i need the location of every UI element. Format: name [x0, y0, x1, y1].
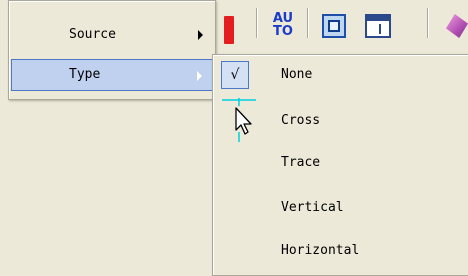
submenu-item-vertical[interactable]: Vertical — [215, 192, 466, 224]
submenu-item-label: Trace — [281, 155, 321, 170]
eraser-icon[interactable] — [446, 14, 468, 38]
submenu-arrow-icon — [198, 30, 203, 40]
submenu-item-none[interactable]: √ None — [215, 59, 466, 91]
submenu-item-label: Horizontal — [281, 243, 360, 258]
window-icon[interactable] — [365, 14, 391, 38]
toolbar-separator — [427, 8, 429, 38]
checkmark-icon: √ — [221, 61, 249, 89]
frame-icon[interactable] — [322, 14, 346, 38]
submenu-item-label: None — [281, 67, 313, 82]
auto-icon[interactable]: AU TO — [271, 12, 295, 40]
menu-item-type[interactable]: Type — [11, 59, 213, 91]
submenu-item-label: Cross — [281, 113, 321, 128]
auto-icon-bottom: TO — [273, 24, 293, 39]
menu-item-label: Type — [69, 67, 101, 82]
menu-item-label: Source — [69, 27, 116, 42]
mouse-cursor-icon — [222, 98, 256, 142]
submenu-arrow-icon — [197, 71, 202, 81]
red-bar-icon[interactable] — [224, 16, 234, 44]
submenu-item-label: Vertical — [281, 200, 344, 215]
type-submenu: √ None Cross Trace Vertical Horizontal — [212, 54, 468, 276]
menu-item-source[interactable]: Source — [11, 19, 213, 51]
submenu-item-trace[interactable]: Trace — [215, 147, 466, 179]
submenu-item-horizontal[interactable]: Horizontal — [215, 235, 466, 267]
toolbar-separator — [307, 8, 309, 38]
toolbar-separator — [256, 8, 258, 38]
context-menu: Source Type — [8, 0, 216, 100]
